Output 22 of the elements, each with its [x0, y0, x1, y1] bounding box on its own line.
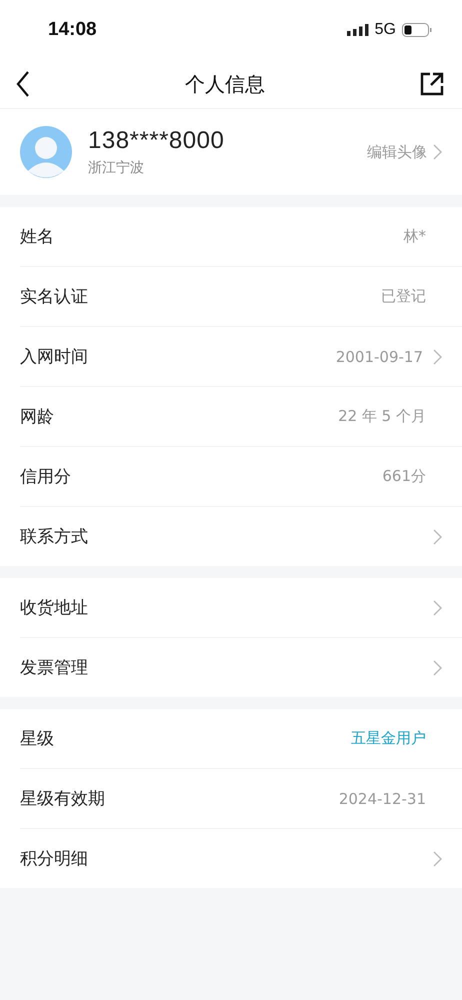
settings-row: 姓名 林*	[20, 207, 462, 267]
settings-row[interactable]: 积分明细	[20, 829, 462, 888]
settings-row[interactable]: 收货地址	[20, 578, 462, 638]
settings-row[interactable]: 发票管理	[20, 638, 462, 697]
settings-row: 信用分 661分	[20, 447, 462, 507]
signal-icon	[346, 24, 369, 36]
network-label: 5G	[374, 21, 396, 39]
chevron-icon	[433, 144, 442, 160]
avatar-icon	[20, 126, 72, 178]
settings-row: 网龄 22 年 5 个月	[20, 387, 462, 447]
battery-icon	[402, 23, 432, 37]
settings-row[interactable]: 联系方式	[20, 507, 462, 566]
location-text: 浙江宁波	[88, 159, 145, 177]
page-title: 个人信息	[185, 70, 265, 98]
status-time: 14:08	[48, 19, 97, 41]
phone-number: 138****8000	[88, 127, 226, 155]
settings-row: 实名认证 已登记	[20, 267, 462, 327]
settings-row[interactable]: 入网时间 2001-09-17	[20, 327, 462, 387]
settings-row: 星级 五星金用户	[20, 709, 462, 769]
settings-row: 星级有效期 2024-12-31	[20, 769, 462, 829]
back-icon[interactable]	[16, 71, 30, 97]
share-icon[interactable]	[420, 72, 444, 96]
